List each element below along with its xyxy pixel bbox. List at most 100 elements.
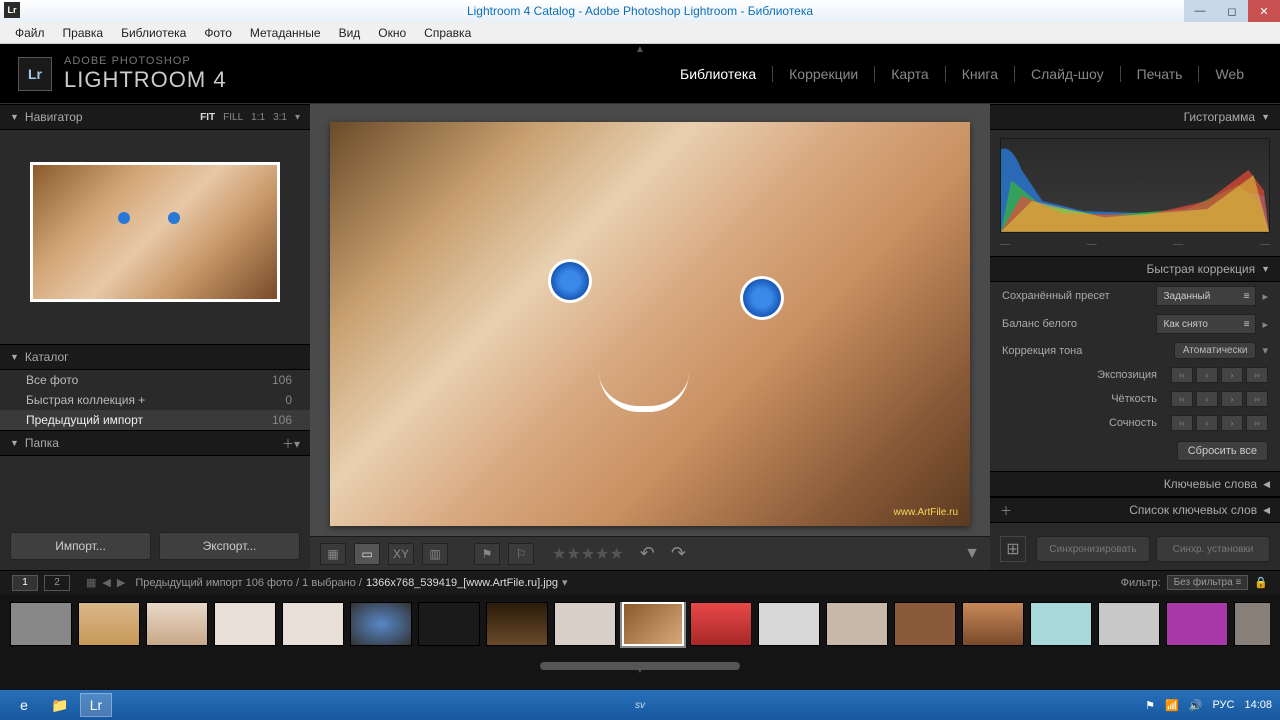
folder-header[interactable]: ▼ Папка ＋▾ bbox=[0, 430, 310, 456]
navigator-header[interactable]: ▼ Навигатор FIT FILL 1:1 3:1 ▾ bbox=[0, 104, 310, 130]
vibrance-adjust[interactable]: ‹‹‹››› bbox=[1171, 415, 1268, 431]
menu-library[interactable]: Библиотека bbox=[112, 26, 195, 40]
add-folder-icon[interactable]: ＋▾ bbox=[282, 435, 300, 452]
film-thumb[interactable] bbox=[1234, 602, 1270, 646]
film-thumb[interactable] bbox=[486, 602, 548, 646]
film-thumb[interactable] bbox=[758, 602, 820, 646]
rotate-cw-icon[interactable]: ↷ bbox=[671, 543, 686, 564]
catalog-item-previous-import[interactable]: Предыдущий импорт 106 bbox=[0, 410, 310, 430]
catalog-item-all[interactable]: Все фото 106 bbox=[0, 370, 310, 390]
secondary-display-button[interactable]: 2 bbox=[44, 575, 70, 591]
menu-view[interactable]: Вид bbox=[330, 26, 370, 40]
main-image[interactable]: www.ArtFile.ru bbox=[330, 122, 970, 526]
filter-select[interactable]: Без фильтра ≡ bbox=[1167, 575, 1249, 590]
zoom-chevron-icon[interactable]: ▾ bbox=[295, 112, 300, 123]
tray-lang[interactable]: РУС bbox=[1212, 699, 1234, 711]
auto-tone-button[interactable]: Атоматически bbox=[1174, 342, 1257, 359]
sync-settings-button[interactable]: Синхр. установки bbox=[1156, 536, 1270, 562]
film-thumb[interactable] bbox=[282, 602, 344, 646]
exposure-adjust[interactable]: ‹‹‹››› bbox=[1171, 367, 1268, 383]
chevron-up-icon[interactable]: ▲ bbox=[635, 44, 645, 55]
collapse-icon[interactable]: ▸ bbox=[1262, 290, 1268, 303]
info-dropdown-icon[interactable]: ▾ bbox=[562, 576, 568, 589]
nav-back-icon[interactable]: ◀ bbox=[102, 576, 110, 589]
grid-icon[interactable]: ▦ bbox=[86, 576, 96, 589]
menu-photo[interactable]: Фото bbox=[195, 26, 241, 40]
chevron-down-icon[interactable]: ▼ bbox=[635, 665, 645, 676]
primary-display-button[interactable]: 1 bbox=[12, 575, 38, 591]
histogram[interactable] bbox=[1000, 138, 1270, 233]
keywords-header[interactable]: Ключевые слова ◀ bbox=[990, 471, 1280, 497]
catalog-item-quick[interactable]: Быстрая коллекция + 0 bbox=[0, 390, 310, 410]
menu-file[interactable]: Файл bbox=[6, 26, 54, 40]
loupe-view-button[interactable]: ▭ bbox=[354, 543, 380, 565]
maximize-button[interactable]: ◻ bbox=[1216, 0, 1248, 22]
collapse-icon[interactable]: ▸ bbox=[1262, 318, 1268, 331]
menu-edit[interactable]: Правка bbox=[54, 26, 113, 40]
film-thumb[interactable] bbox=[826, 602, 888, 646]
film-thumb[interactable] bbox=[418, 602, 480, 646]
module-slideshow[interactable]: Слайд-шоу bbox=[1014, 66, 1120, 82]
preset-select[interactable]: Заданный≡ bbox=[1156, 286, 1256, 306]
film-thumb[interactable] bbox=[1030, 602, 1092, 646]
add-keyword-icon[interactable]: ＋ bbox=[1000, 502, 1012, 519]
filter-lock-icon[interactable]: 🔒 bbox=[1254, 576, 1268, 589]
film-thumb[interactable] bbox=[10, 602, 72, 646]
menu-window[interactable]: Окно bbox=[369, 26, 415, 40]
tray-time[interactable]: 14:08 bbox=[1244, 699, 1272, 711]
film-thumb[interactable] bbox=[350, 602, 412, 646]
navigator-thumbnail[interactable] bbox=[30, 162, 280, 302]
compare-view-button[interactable]: XY bbox=[388, 543, 414, 565]
film-thumb[interactable] bbox=[214, 602, 276, 646]
ie-icon[interactable]: e bbox=[8, 693, 40, 717]
zoom-1-1[interactable]: 1:1 bbox=[251, 112, 265, 123]
module-develop[interactable]: Коррекции bbox=[772, 66, 874, 82]
tray-network-icon[interactable]: 📶 bbox=[1165, 699, 1179, 712]
expand-icon[interactable]: ▾ bbox=[1262, 344, 1268, 357]
explorer-icon[interactable]: 📁 bbox=[44, 693, 76, 717]
film-thumb[interactable] bbox=[894, 602, 956, 646]
keyword-list-header[interactable]: ＋ Список ключевых слов ◀ bbox=[990, 497, 1280, 523]
wb-select[interactable]: Как снято≡ bbox=[1156, 314, 1256, 334]
reset-all-button[interactable]: Сбросить все bbox=[1177, 441, 1268, 461]
film-thumb[interactable] bbox=[1166, 602, 1228, 646]
module-map[interactable]: Карта bbox=[874, 66, 944, 82]
lightroom-taskbar-icon[interactable]: Lr bbox=[80, 693, 112, 717]
module-book[interactable]: Книга bbox=[945, 66, 1014, 82]
survey-view-button[interactable]: ▥ bbox=[422, 543, 448, 565]
flag-reject-button[interactable]: ⚐ bbox=[508, 543, 534, 565]
toolbar-dropdown[interactable]: ▼ bbox=[964, 545, 980, 563]
flag-pick-button[interactable]: ⚑ bbox=[474, 543, 500, 565]
film-thumb-selected[interactable] bbox=[622, 602, 684, 646]
close-button[interactable]: ✕ bbox=[1248, 0, 1280, 22]
zoom-fit[interactable]: FIT bbox=[200, 112, 215, 123]
grid-view-button[interactable]: ▦ bbox=[320, 543, 346, 565]
film-thumb[interactable] bbox=[962, 602, 1024, 646]
export-button[interactable]: Экспорт... bbox=[159, 532, 300, 560]
clarity-adjust[interactable]: ‹‹‹››› bbox=[1171, 391, 1268, 407]
tray-flag-icon[interactable]: ⚑ bbox=[1145, 699, 1155, 712]
rotate-ccw-icon[interactable]: ↶ bbox=[640, 543, 655, 564]
sync-toggle-button[interactable]: ⊞ bbox=[1000, 536, 1026, 562]
import-button[interactable]: Импорт... bbox=[10, 532, 151, 560]
zoom-fill[interactable]: FILL bbox=[223, 112, 243, 123]
menu-help[interactable]: Справка bbox=[415, 26, 480, 40]
film-thumb[interactable] bbox=[78, 602, 140, 646]
quick-develop-header[interactable]: Быстрая коррекция ▼ bbox=[990, 256, 1280, 282]
film-thumb[interactable] bbox=[690, 602, 752, 646]
module-library[interactable]: Библиотека bbox=[664, 66, 772, 82]
nav-forward-icon[interactable]: ▶ bbox=[117, 576, 125, 589]
menu-metadata[interactable]: Метаданные bbox=[241, 26, 330, 40]
sync-button[interactable]: Синхронизировать bbox=[1036, 536, 1150, 562]
zoom-3-1[interactable]: 3:1 bbox=[273, 112, 287, 123]
catalog-header[interactable]: ▼ Каталог bbox=[0, 344, 310, 370]
minimize-button[interactable]: — bbox=[1184, 0, 1216, 22]
film-thumb[interactable] bbox=[146, 602, 208, 646]
film-thumb[interactable] bbox=[554, 602, 616, 646]
film-thumb[interactable] bbox=[1098, 602, 1160, 646]
histogram-header[interactable]: Гистограмма ▼ bbox=[990, 104, 1280, 130]
rating-stars[interactable]: ★★★★★ bbox=[552, 544, 624, 564]
module-print[interactable]: Печать bbox=[1120, 66, 1199, 82]
module-web[interactable]: Web bbox=[1198, 66, 1260, 82]
tray-sound-icon[interactable]: 🔊 bbox=[1189, 699, 1203, 712]
